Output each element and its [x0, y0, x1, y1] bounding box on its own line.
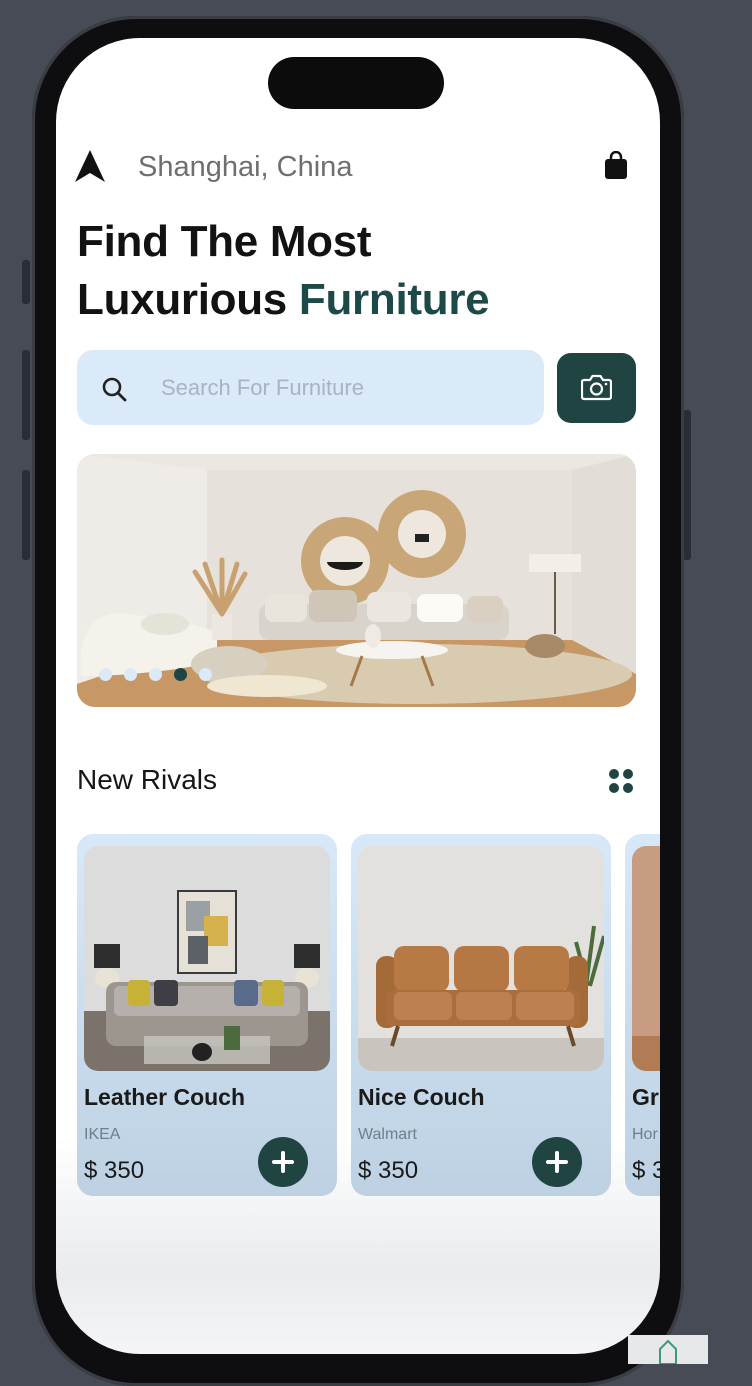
- pagination-dot[interactable]: [124, 668, 137, 681]
- product-brand: Walmart: [358, 1126, 417, 1143]
- camera-icon: [581, 374, 612, 401]
- search-icon: [102, 377, 127, 402]
- search-input[interactable]: [161, 368, 521, 408]
- promo-banner[interactable]: [77, 454, 636, 707]
- phone-volume-down-button: [22, 470, 30, 560]
- pagination-dot-active[interactable]: [174, 668, 187, 681]
- headline-plain-word: Luxurious: [77, 275, 299, 324]
- product-image: [632, 846, 660, 1071]
- pagination-dot[interactable]: [149, 668, 162, 681]
- product-name: Nice Couch: [358, 1084, 485, 1110]
- product-name: Gr: [632, 1084, 659, 1110]
- shopping-bag-icon[interactable]: [604, 151, 628, 179]
- product-price: $ 3: [632, 1157, 660, 1184]
- search-bar[interactable]: [77, 350, 544, 425]
- app-screen: Shanghai, China Find The Most Luxurious …: [56, 38, 660, 1354]
- product-card[interactable]: Nice Couch Walmart $ 350: [351, 834, 611, 1196]
- product-brand: Hor: [632, 1126, 658, 1143]
- camera-search-button[interactable]: [557, 353, 636, 423]
- dynamic-island: [268, 57, 444, 109]
- headline-accent-word: Furniture: [298, 275, 490, 324]
- grid-icon[interactable]: [608, 768, 634, 794]
- headline-line-2: Luxurious Furniture: [77, 271, 490, 329]
- navigation-arrow-icon[interactable]: [75, 150, 105, 182]
- phone-power-button: [683, 410, 691, 560]
- product-card[interactable]: Gr Hor $ 3: [625, 834, 660, 1196]
- house-logo-icon: [659, 1339, 677, 1365]
- product-brand: IKEA: [84, 1126, 121, 1143]
- product-name: Leather Couch: [84, 1084, 246, 1110]
- corner-watermark: [628, 1335, 708, 1365]
- product-price: $ 350: [358, 1157, 419, 1184]
- page-headline: Find The Most Luxurious Furniture: [77, 213, 490, 329]
- add-to-cart-button[interactable]: [258, 1137, 308, 1187]
- pagination-dot[interactable]: [199, 668, 212, 681]
- product-image: [84, 846, 330, 1071]
- location-label[interactable]: Shanghai, China: [138, 150, 352, 184]
- add-to-cart-button[interactable]: [532, 1137, 582, 1187]
- section-title: New Rivals: [77, 764, 218, 795]
- product-price: $ 350: [84, 1157, 145, 1184]
- product-card[interactable]: Leather Couch IKEA $ 350: [77, 834, 337, 1196]
- phone-volume-up-button: [22, 350, 30, 440]
- headline-line-1: Find The Most: [77, 217, 372, 266]
- phone-mute-switch: [22, 260, 30, 304]
- product-image: [358, 846, 604, 1071]
- product-carousel[interactable]: Leather Couch IKEA $ 350 Nice Couch Walm…: [77, 834, 660, 1200]
- living-room-image: [77, 454, 636, 707]
- pagination-dot[interactable]: [99, 668, 112, 681]
